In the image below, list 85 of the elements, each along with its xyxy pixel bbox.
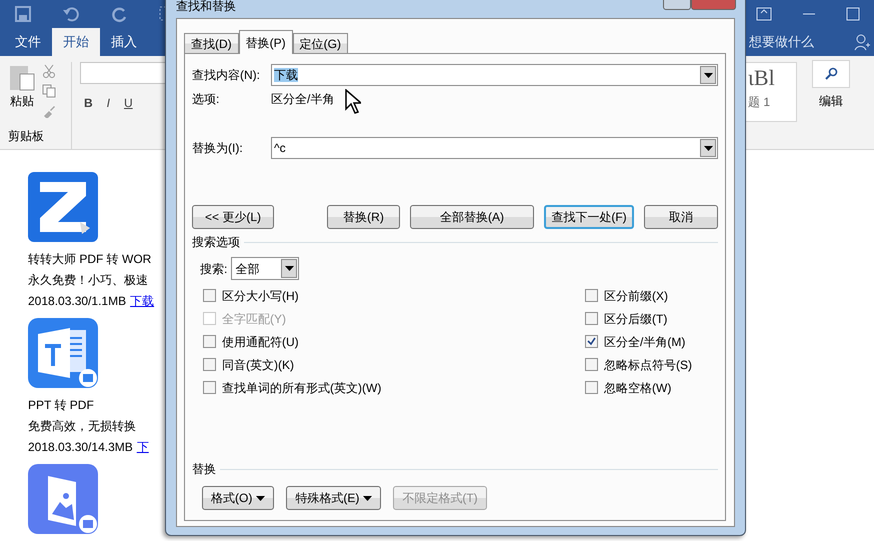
format-button[interactable]: B	[84, 94, 93, 112]
checkbox[interactable]	[585, 312, 598, 325]
document-description: 免费高效，无损转换	[28, 418, 137, 435]
find-field[interactable]: 下载	[271, 64, 718, 86]
document-meta: 2018.03.30/14.3MB	[28, 439, 133, 456]
brush-icon[interactable]	[42, 104, 56, 118]
dialog-button[interactable]: << 更少(L)	[192, 205, 274, 229]
format-menu-button[interactable]: 特殊格式(E)	[286, 486, 382, 510]
format-button[interactable]: U	[124, 94, 133, 112]
paste-label[interactable]: 粘贴	[10, 92, 34, 110]
checkbox[interactable]	[203, 289, 216, 302]
find-value: 下载	[274, 67, 299, 84]
ribbon-display-icon[interactable]	[756, 7, 772, 21]
cut-icon[interactable]	[42, 64, 56, 78]
image-app-icon	[28, 464, 98, 534]
editing-label[interactable]: 编辑	[819, 92, 843, 110]
checkbox-label: 区分前缀(X)	[604, 288, 668, 304]
clipboard-group-label: 剪贴板	[8, 128, 45, 145]
mouse-cursor-icon	[345, 89, 361, 115]
search-direction-value: 全部	[235, 260, 260, 278]
style-preview[interactable]: ιBl	[748, 63, 775, 93]
download-link[interactable]: 下	[136, 437, 149, 458]
checkbox-label: 忽略标点符号(S)	[604, 356, 692, 374]
checkbox-label: 忽略空格(W)	[604, 380, 672, 396]
checkbox-label: 区分后缀(T)	[604, 310, 668, 328]
checkbox[interactable]	[585, 335, 598, 348]
undo-icon[interactable]	[62, 5, 80, 23]
find-button[interactable]	[812, 60, 850, 88]
checkbox-label: 查找单词的所有形式(英文)(W)	[222, 380, 382, 396]
dialog-button[interactable]: 查找下一处(F)	[544, 205, 634, 229]
download-link[interactable]: 下载	[130, 291, 154, 312]
dropdown-arrow-icon	[704, 146, 712, 150]
search-icon	[824, 67, 838, 81]
find-label: 查找内容(N):	[192, 67, 261, 84]
checkbox-label: 全字匹配(Y)	[222, 310, 286, 328]
dialog-button[interactable]: 取消	[644, 205, 718, 229]
dialog-tab[interactable]: 替换(P)	[238, 30, 293, 54]
dropdown-arrow-icon	[284, 266, 294, 271]
checkbox[interactable]	[585, 358, 598, 371]
checkbox[interactable]	[203, 335, 216, 348]
style-caption[interactable]: 题 1	[748, 93, 770, 111]
dropdown-button[interactable]	[281, 259, 298, 278]
dropdown-button[interactable]	[700, 66, 716, 84]
dropdown-arrow-icon	[363, 496, 372, 500]
dropdown-arrow-icon	[704, 72, 712, 78]
format-button[interactable]: I	[106, 94, 110, 112]
checkbox-label: 区分全/半角(M)	[604, 334, 686, 350]
dialog-button[interactable]: 全部替换(A)	[410, 205, 534, 229]
search-direction-select[interactable]: 全部	[231, 257, 300, 280]
share-icon[interactable]	[854, 33, 870, 51]
document-description: 永久免费！小巧、极速	[28, 272, 149, 289]
dropdown-button[interactable]	[700, 139, 716, 157]
redo-icon[interactable]	[110, 5, 128, 23]
checkbox-label: 同音(英文)(K)	[222, 356, 294, 374]
document-title: 转转大师 PDF 转 WOR	[28, 251, 152, 268]
copy-icon[interactable]	[42, 84, 56, 98]
ribbon-tab[interactable]: 开始	[52, 28, 100, 56]
options-value: 区分全/半角	[271, 91, 334, 108]
section-heading: 搜索选项	[192, 234, 240, 251]
document-app-icon	[28, 318, 98, 388]
checkbox[interactable]	[585, 289, 598, 302]
checkbox-label: 使用通配符(U)	[222, 334, 299, 350]
maximize-icon[interactable]	[846, 7, 860, 21]
document-title: PPT 转 PDF	[28, 397, 95, 414]
dialog-tab[interactable]: 定位(G)	[292, 33, 348, 53]
ribbon-tab[interactable]: 插入	[100, 28, 148, 56]
z-app-icon	[28, 172, 98, 242]
checkbox[interactable]	[585, 381, 598, 394]
dialog-tab[interactable]: 查找(D)	[184, 33, 239, 53]
dialog-button[interactable]: 替换(R)	[327, 205, 400, 229]
replace-value: ^c	[274, 140, 287, 157]
replace-label: 替换为(I):	[192, 140, 244, 157]
ribbon-tab[interactable]: 文件	[4, 28, 52, 56]
tell-me-text[interactable]: 想要做什么	[749, 32, 814, 52]
document-meta: 2018.03.30/1.1MB	[28, 293, 126, 310]
checkbox[interactable]	[203, 381, 216, 394]
checkbox[interactable]	[203, 358, 216, 371]
search-label: 搜索:	[200, 260, 228, 278]
dropdown-arrow-icon	[256, 496, 266, 500]
checkbox-label: 区分大小写(H)	[222, 288, 299, 304]
save-icon[interactable]	[14, 5, 32, 23]
options-label: 选项:	[192, 91, 220, 108]
format-menu-button[interactable]: 格式(O)	[202, 486, 274, 510]
replace-field[interactable]: ^c	[271, 137, 718, 159]
section-heading: 替换	[192, 461, 216, 478]
